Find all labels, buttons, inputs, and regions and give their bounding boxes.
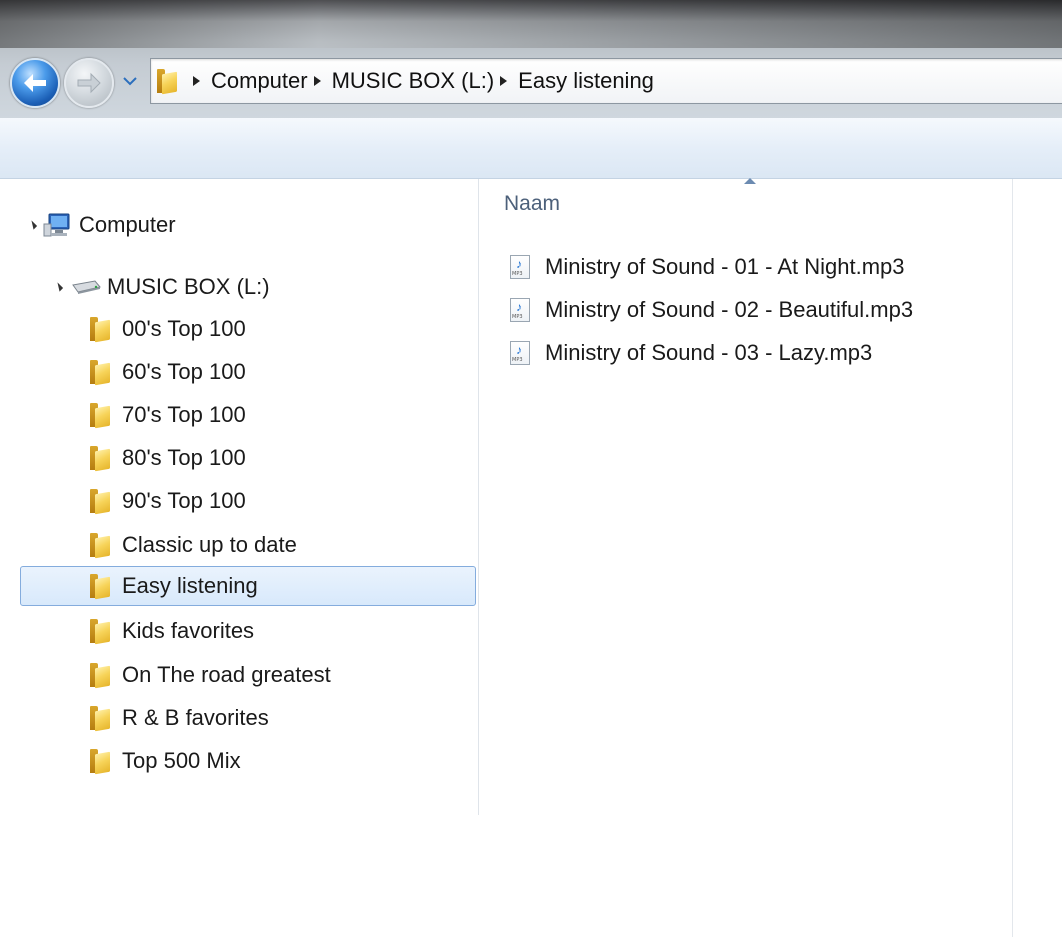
title-bar-glow	[0, 0, 1062, 48]
folder-icon	[90, 706, 110, 732]
expand-arrow-icon[interactable]	[27, 220, 38, 230]
folder-icon	[157, 69, 177, 95]
tree-item-label[interactable]: MUSIC BOX (L:)	[107, 274, 270, 300]
tree-item-folder[interactable]: 60's Top 100	[90, 352, 246, 392]
tree-item-folder[interactable]: 00's Top 100	[90, 309, 246, 349]
tree-item-label[interactable]: Computer	[79, 212, 176, 238]
audio-file-icon: ♪ MP3	[510, 255, 530, 279]
column-divider[interactable]	[1012, 179, 1013, 937]
breadcrumb-separator-icon[interactable]	[193, 76, 200, 86]
folder-icon	[90, 619, 110, 645]
file-item[interactable]: ♪ MP3 Ministry of Sound - 03 - Lazy.mp3	[510, 335, 872, 371]
tree-item-folder[interactable]: 80's Top 100	[90, 438, 246, 478]
file-name[interactable]: Ministry of Sound - 03 - Lazy.mp3	[545, 340, 872, 366]
folder-icon	[90, 749, 110, 775]
file-item[interactable]: ♪ MP3 Ministry of Sound - 02 - Beautiful.…	[510, 292, 913, 328]
tree-item-label[interactable]: Kids favorites	[122, 618, 254, 644]
folder-icon	[90, 663, 110, 689]
folder-icon	[90, 489, 110, 515]
tree-item-label[interactable]: 70's Top 100	[122, 402, 246, 428]
folder-icon	[90, 317, 110, 343]
column-header-name[interactable]: Naam	[504, 192, 560, 216]
breadcrumb-easy-listening[interactable]: Easy listening	[494, 68, 654, 94]
breadcrumb-separator-icon[interactable]	[500, 76, 508, 86]
tree-item-label[interactable]: R & B favorites	[122, 705, 269, 731]
tree-item-folder[interactable]: 90's Top 100	[90, 481, 246, 521]
file-item[interactable]: ♪ MP3 Ministry of Sound - 01 - At Night.m…	[510, 249, 905, 285]
title-bar: Computer MUSIC BOX (L:) Easy listening	[0, 0, 1062, 118]
breadcrumb-separator-icon[interactable]	[313, 76, 321, 86]
arrow-right-icon	[77, 72, 101, 94]
audio-file-icon: ♪ MP3	[510, 298, 530, 322]
breadcrumb-label[interactable]: MUSIC BOX (L:)	[332, 68, 495, 94]
address-bar[interactable]: Computer MUSIC BOX (L:) Easy listening	[150, 58, 1062, 104]
expand-arrow-icon[interactable]	[53, 282, 64, 292]
folder-icon	[90, 446, 110, 472]
folder-icon	[90, 533, 110, 559]
breadcrumb-label[interactable]: Computer	[211, 68, 308, 94]
tree-item-label[interactable]: Easy listening	[122, 573, 258, 599]
arrow-left-icon	[24, 74, 46, 92]
tree-item-label[interactable]: 80's Top 100	[122, 445, 246, 471]
tree-item-folder[interactable]: Classic up to date	[90, 525, 297, 565]
chevron-down-icon	[123, 76, 137, 85]
tree-item-music-box-drive[interactable]: MUSIC BOX (L:)	[53, 267, 270, 307]
file-name[interactable]: Ministry of Sound - 02 - Beautiful.mp3	[545, 297, 913, 323]
tree-item-label[interactable]: On The road greatest	[122, 662, 331, 688]
sort-ascending-icon	[744, 178, 756, 184]
tree-item-computer[interactable]: Computer	[27, 205, 176, 245]
tree-item-label[interactable]: 00's Top 100	[122, 316, 246, 342]
file-name[interactable]: Ministry of Sound - 01 - At Night.mp3	[545, 254, 905, 280]
recent-pages-button[interactable]	[120, 74, 140, 88]
tree-item-folder[interactable]: Top 500 Mix	[90, 741, 241, 781]
drive-icon	[72, 280, 101, 294]
command-bar	[0, 118, 1062, 179]
tree-item-folder-selected[interactable]: Easy listening	[20, 566, 476, 606]
folder-icon	[90, 360, 110, 386]
back-button[interactable]	[10, 58, 60, 108]
folder-icon	[90, 403, 110, 429]
tree-item-folder[interactable]: Kids favorites	[90, 611, 254, 651]
folder-icon	[90, 574, 110, 600]
tree-item-folder[interactable]: On The road greatest	[90, 655, 331, 695]
tree-item-label[interactable]: 90's Top 100	[122, 488, 246, 514]
tree-item-folder[interactable]: 70's Top 100	[90, 395, 246, 435]
tree-item-label[interactable]: Classic up to date	[122, 532, 297, 558]
breadcrumb-label[interactable]: Easy listening	[518, 68, 654, 94]
breadcrumb-computer[interactable]: Computer	[187, 68, 308, 94]
audio-file-icon: ♪ MP3	[510, 341, 530, 365]
tree-item-label[interactable]: Top 500 Mix	[122, 748, 241, 774]
tree-item-folder[interactable]: R & B favorites	[90, 698, 269, 738]
tree-item-label[interactable]: 60's Top 100	[122, 359, 246, 385]
breadcrumb-music-box[interactable]: MUSIC BOX (L:)	[308, 68, 495, 94]
computer-icon	[43, 213, 70, 237]
forward-button[interactable]	[64, 58, 114, 108]
